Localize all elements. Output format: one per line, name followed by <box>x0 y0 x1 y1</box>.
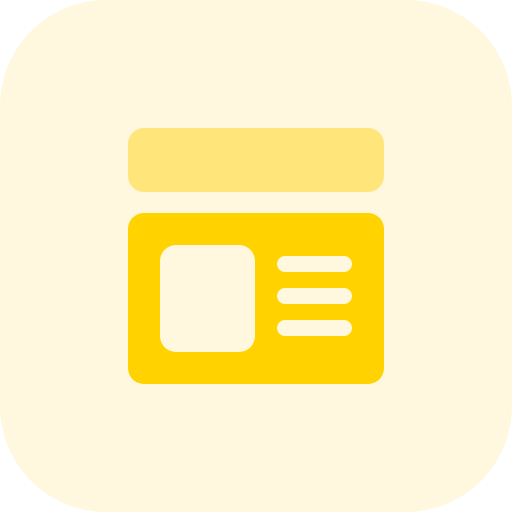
content-card <box>128 213 384 384</box>
web-page-layout-icon <box>0 0 512 512</box>
text-line <box>277 256 352 272</box>
header-bar <box>128 128 384 192</box>
text-line <box>277 288 352 304</box>
text-line <box>277 320 352 336</box>
image-placeholder <box>160 245 255 352</box>
